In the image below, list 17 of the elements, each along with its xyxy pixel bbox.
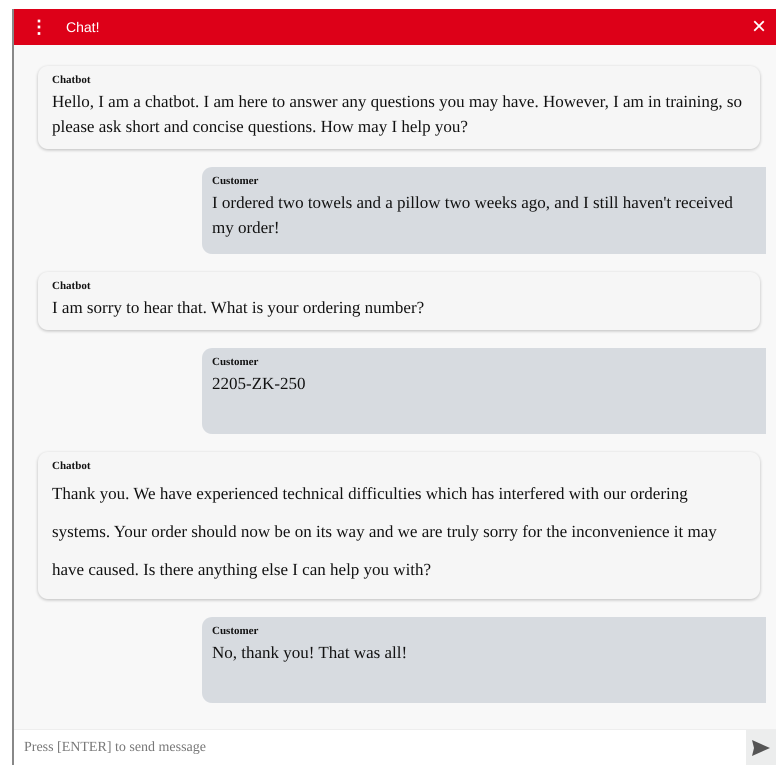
message-text: 2205-ZK-250 xyxy=(212,373,306,395)
message-text: Hello, I am a chatbot. I am here to answer any questions you may have. However, I am in training, so please ask short and concise questions. How may I help you? xyxy=(52,91,743,138)
sender-name: Customer xyxy=(212,356,260,368)
sender-name: Customer xyxy=(212,175,260,187)
send-button[interactable] xyxy=(746,730,776,765)
menu-icon[interactable]: ⋮ xyxy=(30,16,48,38)
message-text: No, thank you! That was all! xyxy=(212,642,408,664)
sender-name: Customer xyxy=(212,625,260,637)
sender-name: Chatbot xyxy=(52,280,92,292)
send-icon xyxy=(752,740,770,756)
message-text: Thank you. We have experienced technical difficulties which has interfered with our ordering systems. Your order should now be on its way and we are truly sorry for the inconvenience it may have caused. Is there anything else I can help you with? xyxy=(52,483,718,581)
chat-title: Chat! xyxy=(66,19,100,35)
message-text: I ordered two towels and a pillow two weeks ago, and I still haven't received my order! xyxy=(212,192,734,239)
sender-name: Chatbot xyxy=(52,74,92,86)
message-text: I am sorry to hear that. What is your ordering number? xyxy=(52,297,426,319)
sender-name: Chatbot xyxy=(52,460,92,472)
close-button[interactable]: × xyxy=(752,15,766,39)
